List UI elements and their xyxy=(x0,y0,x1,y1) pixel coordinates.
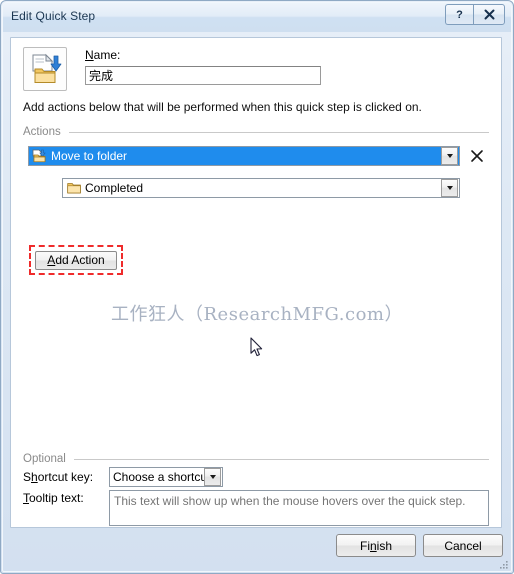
actions-group-label: Actions xyxy=(23,126,61,138)
shortcut-key-label: Shortcut key: xyxy=(23,470,94,484)
folder-value: Completed xyxy=(85,181,144,195)
actions-group-header: Actions xyxy=(23,125,489,139)
watermark-text: 工作狂人（ResearchMFG.com） xyxy=(111,304,403,325)
close-x-icon xyxy=(471,150,483,162)
titlebar-button-group: ? xyxy=(445,4,505,25)
actions-group-rule xyxy=(68,131,489,133)
tooltip-text-input[interactable] xyxy=(109,490,489,526)
window-title: Edit Quick Step xyxy=(11,9,96,23)
question-mark-icon: ? xyxy=(456,8,463,21)
action-type-combobox[interactable]: Move to folder xyxy=(28,146,460,166)
delete-action-button[interactable] xyxy=(468,146,486,166)
folder-dropdown-button[interactable] xyxy=(441,179,458,197)
name-input[interactable] xyxy=(85,66,321,85)
name-label: Name: xyxy=(85,48,121,62)
instruction-text: Add actions below that will be performed… xyxy=(23,100,422,114)
shortcut-key-combobox[interactable]: Choose a shortcut xyxy=(109,467,223,487)
resize-grip[interactable] xyxy=(497,558,509,570)
edit-quick-step-dialog: Edit Quick Step ? Name: 完成 Add actions b… xyxy=(0,0,514,574)
folder-icon xyxy=(67,183,81,194)
move-to-folder-small-icon xyxy=(32,149,46,163)
action-type-value: Move to folder xyxy=(51,149,128,163)
cancel-button[interactable]: Cancel xyxy=(423,534,503,557)
add-action-button[interactable]: Add Action xyxy=(35,251,117,270)
finish-button[interactable]: Finish xyxy=(336,534,416,557)
optional-group-header: Optional xyxy=(23,452,489,466)
close-button[interactable] xyxy=(473,4,505,25)
quick-step-header: Name: xyxy=(23,46,473,94)
close-x-icon xyxy=(484,9,494,20)
chevron-down-icon xyxy=(209,475,216,479)
dialog-content-panel: Name: Add actions below that will be per… xyxy=(10,37,502,528)
chevron-down-icon xyxy=(446,186,453,190)
folder-value-wrap: Completed xyxy=(63,181,441,195)
optional-group-rule xyxy=(73,458,489,460)
action-type-dropdown-button[interactable] xyxy=(441,147,458,165)
optional-group-label: Optional xyxy=(23,453,66,465)
shortcut-key-value: Choose a shortcut xyxy=(113,470,204,484)
tooltip-text-label: Tooltip text: xyxy=(23,491,84,505)
title-bar[interactable]: Edit Quick Step ? xyxy=(3,3,511,32)
chevron-down-icon xyxy=(446,154,453,158)
shortcut-dropdown-button[interactable] xyxy=(204,468,221,486)
action-type-value-wrap: Move to folder xyxy=(29,149,441,163)
move-to-folder-icon xyxy=(23,47,67,91)
help-button[interactable]: ? xyxy=(445,4,473,25)
folder-combobox[interactable]: Completed xyxy=(62,178,460,198)
